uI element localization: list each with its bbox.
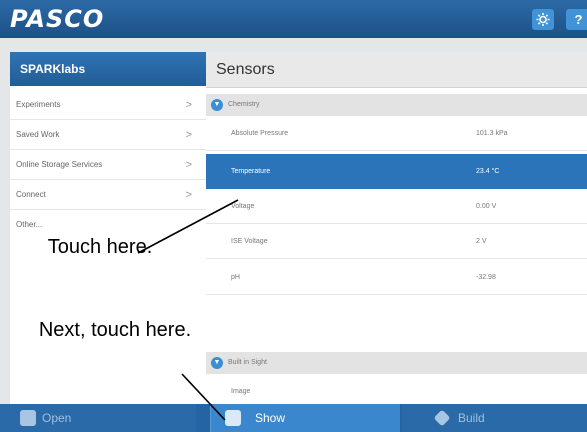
chevron-right-icon: >: [185, 129, 192, 141]
sensor-value: 101.3 kPa: [476, 130, 508, 137]
sidebar-item-saved-work[interactable]: Saved Work >: [10, 120, 206, 150]
sensor-row-ph[interactable]: pH -32.98: [206, 260, 587, 295]
top-bar: PASCO ?: [0, 0, 587, 38]
sensor-value: 23.4 °C: [476, 168, 500, 175]
sensor-row-temperature[interactable]: Temperature 23.4 °C: [206, 154, 587, 189]
bottom-bar: Open Show Build: [0, 404, 587, 432]
show-label: Show: [255, 411, 286, 425]
expand-icon: ▼: [211, 99, 223, 111]
sidebar-item-label: Saved Work: [16, 130, 60, 139]
open-button[interactable]: Open: [0, 404, 196, 432]
group-header-chemistry[interactable]: ▼ Chemistry: [206, 94, 587, 116]
sensor-row-absolute-pressure[interactable]: Absolute Pressure 101.3 kPa: [206, 116, 587, 151]
sensor-name: Temperature: [231, 168, 271, 175]
settings-icon: [536, 13, 550, 26]
sensor-value: -32.98: [476, 274, 496, 281]
app-window: PASCO ? SPARKlabs Experiments > Saved Wo…: [0, 0, 587, 432]
chevron-right-icon: >: [185, 99, 192, 111]
sensor-row-voltage[interactable]: Voltage 0.00 V: [206, 189, 587, 224]
group-label: Chemistry: [228, 101, 260, 108]
sidebar-item-experiments[interactable]: Experiments >: [10, 90, 206, 120]
sidebar-title: SPARKlabs: [10, 52, 206, 86]
build-label: Build: [458, 411, 485, 425]
sidebar-item-online-storage[interactable]: Online Storage Services >: [10, 150, 206, 180]
sidebar: SPARKlabs Experiments > Saved Work > Onl…: [10, 52, 206, 404]
show-button[interactable]: Show: [210, 404, 400, 432]
sensor-name: Absolute Pressure: [231, 130, 289, 137]
sensors-panel: Sensors ▼ Chemistry Absolute Pressure 10…: [206, 52, 587, 410]
sensor-name: pH: [231, 274, 240, 281]
settings-button[interactable]: [532, 9, 554, 30]
group-header-built-in-sight[interactable]: ▼ Built in Sight: [206, 352, 587, 374]
build-icon: [433, 409, 451, 427]
chevron-right-icon: >: [185, 159, 192, 171]
help-button[interactable]: ?: [566, 9, 587, 30]
expand-icon: ▼: [211, 357, 223, 369]
sensor-name: Voltage: [231, 203, 255, 210]
group-label: Built in Sight: [228, 359, 267, 366]
sensor-name: ISE Voltage: [231, 238, 268, 245]
annotation-next-touch-here: Next, touch here.: [38, 319, 192, 341]
annotation-touch-here: Touch here.: [47, 236, 153, 258]
sensor-value: 0.00 V: [476, 203, 497, 210]
pasco-logo: PASCO: [10, 5, 105, 33]
panel-title: Sensors: [206, 52, 587, 88]
sensor-row-ise-voltage[interactable]: ISE Voltage 2 V: [206, 224, 587, 259]
sidebar-item-connect[interactable]: Connect >: [10, 180, 206, 210]
sidebar-item-label: Connect: [16, 190, 46, 199]
open-icon: [20, 410, 36, 426]
sensor-value: 2 V: [476, 238, 487, 245]
show-icon: [225, 410, 241, 426]
open-label: Open: [42, 411, 72, 425]
sidebar-item-label: Online Storage Services: [16, 160, 103, 169]
sidebar-item-label: Experiments: [16, 100, 61, 109]
build-button[interactable]: Build: [402, 404, 587, 432]
sidebar-item-label: Other...: [16, 220, 43, 229]
chevron-right-icon: >: [185, 189, 192, 201]
